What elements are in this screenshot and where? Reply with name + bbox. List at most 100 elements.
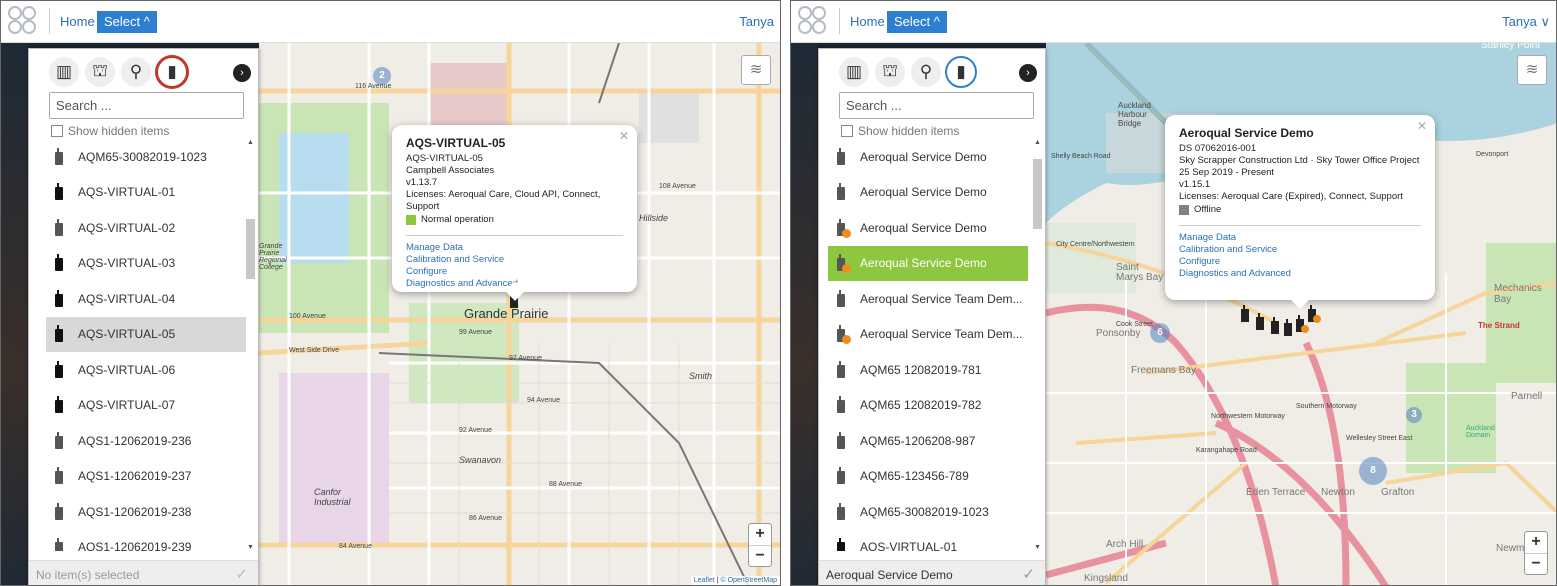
checkbox[interactable] [51, 125, 63, 137]
layers-icon[interactable]: ≋ [741, 55, 771, 85]
device-marker[interactable] [1308, 305, 1321, 323]
device-list: AQM65-30082019-1023 AQS-VIRTUAL-01 AQS-V… [46, 139, 246, 551]
location-pin-icon[interactable]: ⚲ [911, 57, 941, 87]
list-item[interactable]: Aeroqual Service Demo [828, 139, 1028, 175]
location-pin-icon[interactable]: ⚲ [121, 57, 151, 87]
device-marker[interactable] [1241, 305, 1250, 322]
popup-status: Offline [1194, 204, 1222, 215]
zoom-in-button[interactable]: + [749, 524, 771, 545]
map-view[interactable]: Auckland Harbour Bridge Stanley Point Sa… [1046, 43, 1556, 585]
crane-icon[interactable]: ⛫ [875, 57, 905, 87]
list-item[interactable]: AQM65-1206208-987 [828, 423, 1028, 459]
device-popup: ✕ Aeroqual Service Demo DS 07062016-001 … [1165, 115, 1435, 309]
selection-status-bar: No item(s) selected ✓ [29, 560, 258, 585]
map-area-label: Newton [1321, 487, 1355, 498]
list-item[interactable]: AQS1-12062019-238 [46, 494, 246, 530]
user-menu[interactable]: Tanya [739, 14, 774, 29]
zoom-out-button[interactable]: − [749, 545, 771, 566]
app-logo[interactable] [798, 6, 830, 38]
list-item[interactable]: AQS-VIRTUAL-02 [46, 210, 246, 246]
zoom-in-button[interactable]: + [1525, 532, 1547, 553]
list-scrollbar[interactable]: ▲ ▼ [1032, 139, 1042, 551]
building-icon[interactable]: ▥ [839, 57, 869, 87]
list-item[interactable]: AQM65-123456-789 [828, 459, 1028, 495]
list-item[interactable]: AQS-VIRTUAL-01 [828, 530, 1028, 551]
map-cluster[interactable]: 3 [1406, 407, 1422, 423]
calibration-link[interactable]: Calibration and Service [406, 254, 623, 266]
diagnostics-link[interactable]: Diagnostics and Advanced [1179, 268, 1421, 280]
list-item[interactable]: AQM65-30082019-1023 [46, 139, 246, 175]
list-item[interactable]: AQS-VIRTUAL-07 [46, 388, 246, 424]
selection-status: Aeroqual Service Demo [826, 568, 953, 582]
map-cluster[interactable]: 6 [1150, 323, 1170, 343]
monitor-device-icon [836, 289, 846, 308]
device-marker[interactable] [1271, 317, 1280, 334]
monitor-device-icon[interactable]: ▮ [155, 55, 189, 89]
show-hidden-toggle[interactable]: Show hidden items [841, 124, 959, 138]
next-arrow-icon[interactable]: › [1019, 64, 1037, 82]
monitor-device-icon [836, 254, 851, 274]
crane-icon[interactable]: ⛫ [85, 57, 115, 87]
list-item[interactable]: AQM65 12082019-781 [828, 352, 1028, 388]
manage-data-link[interactable]: Manage Data [406, 242, 623, 254]
confirm-check-icon[interactable]: ✓ [235, 565, 248, 583]
list-item[interactable]: AQM65 12082019-782 [828, 388, 1028, 424]
list-item[interactable]: AQS1-12062019-237 [46, 459, 246, 495]
list-item[interactable]: AQS-VIRTUAL-04 [46, 281, 246, 317]
map-area-label: Mechanics Bay [1494, 283, 1542, 305]
monitor-device-icon[interactable]: ▮ [945, 56, 977, 88]
list-item[interactable]: Aeroqual Service Demo [828, 210, 1028, 246]
leaflet-link[interactable]: Leaflet [694, 577, 715, 584]
selection-panel: ▥ ⛫ ⚲ ▮ › Show hidden items AQM65-300820… [28, 48, 259, 585]
show-hidden-toggle[interactable]: Show hidden items [51, 124, 169, 138]
list-item[interactable]: AQS-VIRTUAL-06 [46, 352, 246, 388]
user-menu[interactable]: Tanya ∨ [1502, 14, 1550, 30]
list-item[interactable]: Aeroqual Service Demo [828, 175, 1028, 211]
configure-link[interactable]: Configure [1179, 256, 1421, 268]
configure-link[interactable]: Configure [406, 266, 623, 278]
monitor-device-icon [54, 431, 64, 450]
nav-home-link[interactable]: Home [850, 14, 885, 29]
osm-link[interactable]: © OpenStreetMap [720, 577, 777, 584]
device-marker[interactable] [1256, 313, 1265, 330]
close-icon[interactable]: ✕ [1417, 120, 1427, 132]
map-area-label: Swanavon [459, 455, 502, 465]
list-item[interactable]: Aeroqual Service Team Dem... [828, 281, 1028, 317]
list-item-selected[interactable]: Aeroqual Service Demo [828, 245, 1028, 281]
manage-data-link[interactable]: Manage Data [1179, 232, 1421, 244]
list-scrollbar[interactable]: ▲ ▼ [245, 139, 255, 551]
zoom-out-button[interactable]: − [1525, 553, 1547, 574]
map-area-label: The Strand [1478, 321, 1520, 330]
map-view[interactable]: 2 Grande Prairie 116 Avenue 108 Avenue 1… [259, 43, 780, 585]
search-input[interactable] [49, 92, 244, 119]
nav-home-link[interactable]: Home [60, 14, 95, 29]
popup-line: AQS-VIRTUAL-05 [406, 153, 483, 164]
nav-select-button[interactable]: Select ^ [97, 11, 157, 33]
device-marker[interactable] [1296, 315, 1309, 333]
list-item[interactable]: AQS1-12062019-236 [46, 423, 246, 459]
map-cluster[interactable]: 8 [1359, 457, 1387, 485]
confirm-check-icon[interactable]: ✓ [1022, 565, 1035, 583]
building-icon[interactable]: ▥ [49, 57, 79, 87]
next-arrow-icon[interactable]: › [233, 64, 251, 82]
popup-line: Sky Scrapper Construction Ltd · Sky Towe… [1179, 155, 1420, 166]
search-input[interactable] [839, 92, 1034, 119]
calibration-link[interactable]: Calibration and Service [1179, 244, 1421, 256]
nav-select-button[interactable]: Select ^ [887, 11, 947, 33]
map-street-label: 94 Avenue [527, 397, 560, 404]
list-item[interactable]: AQS1-12062019-239 [46, 530, 246, 551]
list-item[interactable]: Aeroqual Service Team Dem... [828, 317, 1028, 353]
map-street-label: 86 Avenue [469, 515, 502, 522]
list-item-selected[interactable]: AQS-VIRTUAL-05 [46, 316, 246, 352]
list-item[interactable]: AQS-VIRTUAL-03 [46, 246, 246, 282]
device-marker[interactable] [1284, 319, 1293, 336]
layers-icon[interactable]: ≋ [1517, 55, 1547, 85]
monitor-device-icon [54, 502, 64, 521]
list-item[interactable]: AQM65-30082019-1023 [828, 494, 1028, 530]
list-item[interactable]: AQS-VIRTUAL-01 [46, 175, 246, 211]
popup-title: AQS-VIRTUAL-05 [406, 136, 506, 150]
list-item-label: Aeroqual Service Team Dem... [860, 291, 1023, 306]
app-logo[interactable] [8, 6, 40, 38]
close-icon[interactable]: ✕ [619, 130, 629, 142]
checkbox[interactable] [841, 125, 853, 137]
